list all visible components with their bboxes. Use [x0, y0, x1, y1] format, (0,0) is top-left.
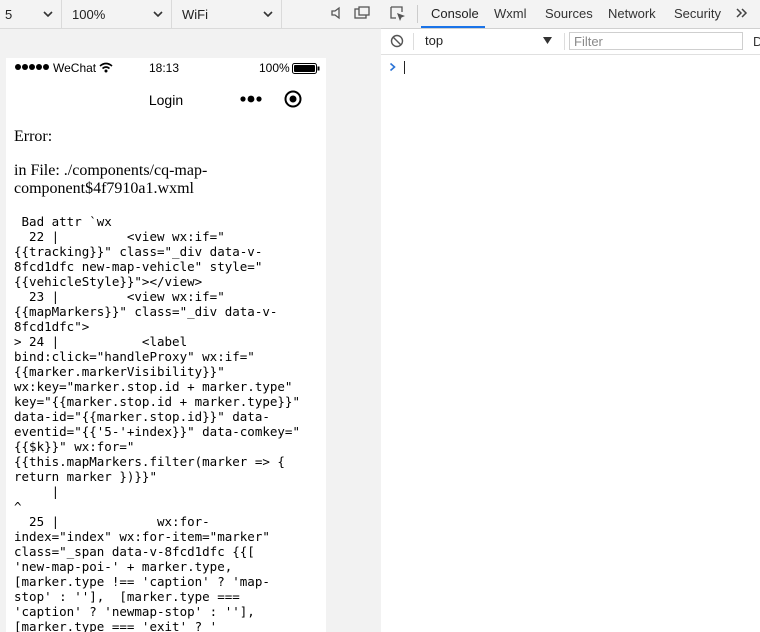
error-code-line: data-id="{{marker.stop.id}}" data-	[14, 409, 270, 424]
simulator-toolbar: 5 100% WiFi	[0, 0, 381, 29]
close-miniprogram-icon[interactable]	[284, 90, 302, 108]
error-code-block: Bad attr `wx 22 | <view wx:if=" {{trackin…	[14, 214, 322, 632]
default-levels-label[interactable]: D	[753, 34, 760, 49]
error-code-line: > 24 | <label	[14, 334, 188, 349]
zoom-select-value: 100%	[72, 6, 106, 22]
console-prompt-icon	[389, 62, 396, 72]
device-select[interactable]: 5	[0, 0, 62, 28]
error-code-line: class="_span data-v-8fcd1dfc {{[	[14, 544, 255, 559]
clear-console-icon[interactable]	[390, 34, 404, 48]
error-code-line: 'new-map-poi-' + marker.type,	[14, 559, 233, 574]
error-code-line: index="index" wx:for-item="marker"	[14, 529, 270, 544]
battery-percent: 100%	[259, 61, 290, 75]
dropdown-triangle-icon[interactable]	[543, 37, 552, 44]
detach-window-icon[interactable]	[354, 6, 370, 20]
device-select-value: 5	[5, 6, 13, 22]
error-code-line: bind:click="handleProxy" wx:if="	[14, 349, 255, 364]
mute-icon[interactable]	[330, 6, 344, 20]
error-code-line: {{mapMarkers}}" class="_div data-v-	[14, 304, 278, 319]
status-time: 18:13	[149, 61, 180, 75]
console-filter-input[interactable]	[569, 32, 743, 50]
error-code-line: {{marker.markerVisibility}}"	[14, 364, 225, 379]
error-code-line: return marker })}}"	[14, 469, 157, 484]
error-code-line: 8fcd1dfc new-map-vehicle" style="	[14, 259, 263, 274]
error-code-line: {{vehicleStyle}}"></view>	[14, 274, 203, 289]
context-select[interactable]: top	[425, 33, 443, 48]
error-code-line: 25 | wx:for-	[14, 514, 210, 529]
tab-network[interactable]: Network	[608, 0, 656, 28]
devtools-panel: Console Wxml Sources Network Security to…	[381, 0, 760, 632]
error-code-line: |	[14, 484, 60, 499]
error-code-line: key="{{marker.stop.id + marker.type}}"	[14, 394, 300, 409]
toolbar-icons	[330, 6, 370, 20]
error-code-line: wx:key="marker.stop.id + marker.type"	[14, 379, 293, 394]
tab-wxml[interactable]: Wxml	[494, 0, 527, 28]
network-select[interactable]: WiFi	[172, 0, 282, 28]
navigation-bar: Login	[6, 80, 326, 120]
error-code-line: [marker.type !== 'caption' ? 'map-	[14, 574, 270, 589]
error-code-line: {{tracking}}" class="_div data-v-	[14, 244, 263, 259]
error-code-line: {{$k}}" wx:for="	[14, 439, 135, 454]
carrier-name: WeChat	[53, 61, 97, 75]
inspect-element-icon[interactable]	[390, 6, 406, 22]
tab-separator	[417, 5, 418, 23]
chevron-down-icon	[43, 11, 53, 18]
console-input-caret[interactable]	[404, 61, 405, 74]
error-page: Error: in File: ./components/cq-map-comp…	[14, 128, 322, 632]
tab-console[interactable]: Console	[431, 0, 479, 28]
error-heading: Error:	[14, 128, 53, 145]
console-toolbar: top D	[381, 29, 760, 55]
active-tab-indicator	[421, 26, 485, 28]
chevron-down-icon	[263, 11, 273, 18]
error-code-line: 'caption' ? 'newmap-stop' : ''],	[14, 604, 255, 619]
status-bar: WeChat 18:13 100%	[6, 58, 326, 78]
battery-icon	[292, 63, 320, 74]
wifi-icon	[99, 62, 113, 73]
more-options-icon[interactable]	[239, 95, 263, 103]
error-code-line: Bad attr `wx	[14, 214, 112, 229]
toolbar-separator	[413, 33, 414, 50]
zoom-select[interactable]: 100%	[62, 0, 172, 28]
error-code-line: eventid="{{'5-'+index}}" data-comkey="	[14, 424, 300, 439]
error-code-line: 23 | <view wx:if="	[14, 289, 225, 304]
tab-security[interactable]: Security	[674, 0, 721, 28]
error-code-line: {{this.mapMarkers.filter(marker => {	[14, 454, 285, 469]
more-tabs-icon[interactable]	[736, 6, 748, 20]
error-code-line: 22 | <view wx:if="	[14, 229, 225, 244]
error-file-path: in File: ./components/cq-map-component$4…	[14, 162, 208, 197]
signal-strength-icon	[15, 64, 49, 70]
error-code-line: stop' : ''], [marker.type ===	[14, 589, 240, 604]
simulator-panel: 5 100% WiFi WeChat 18:13 100% Login Erro…	[0, 0, 382, 632]
network-select-value: WiFi	[182, 6, 208, 22]
chevron-down-icon	[153, 11, 163, 18]
error-code-line: ^	[14, 499, 22, 514]
page-title: Login	[148, 92, 184, 108]
error-code-line: 8fcd1dfc">	[14, 319, 90, 334]
devtools-tab-bar: Console Wxml Sources Network Security	[381, 0, 760, 29]
tab-sources[interactable]: Sources	[545, 0, 593, 28]
toolbar-separator	[564, 33, 565, 50]
error-code-line: [marker.type === 'exit' ? '	[14, 619, 218, 632]
phone-screen: WeChat 18:13 100% Login Error: in File: …	[6, 58, 326, 632]
